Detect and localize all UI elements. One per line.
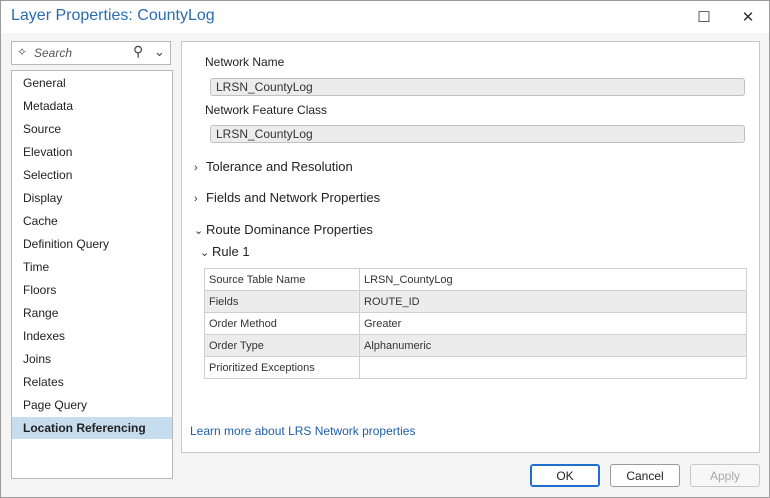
nav-item-selection[interactable]: Selection	[12, 164, 172, 186]
nav-item-joins[interactable]: Joins	[12, 348, 172, 370]
table-cell-value: Alphanumeric	[359, 334, 747, 357]
table-cell-key: Prioritized Exceptions	[204, 356, 360, 379]
table-cell-key: Order Type	[204, 334, 360, 357]
network-name-field: LRSN_CountyLog	[210, 78, 745, 96]
nav-item-page-query[interactable]: Page Query	[12, 394, 172, 416]
table-cell-key: Source Table Name	[204, 268, 360, 291]
nav-item-cache[interactable]: Cache	[12, 210, 172, 232]
close-icon: ✕	[741, 9, 755, 26]
network-feature-class-label: Network Feature Class	[205, 103, 328, 117]
chevron-down-icon: ⌄	[200, 247, 210, 259]
chevron-down-icon: ⌄	[194, 225, 204, 237]
fields-section-label: Fields and Network Properties	[206, 190, 381, 205]
table-cell-value	[359, 356, 747, 379]
search-box[interactable]: ✧ Search ⚲ ⌄	[11, 41, 171, 65]
chevron-down-icon[interactable]: ⌄	[154, 44, 165, 60]
table-cell-value: Greater	[359, 312, 747, 335]
title-bar: Layer Properties: CountyLog ☐ ✕	[1, 1, 769, 33]
nav-item-general[interactable]: General	[12, 72, 172, 94]
nav-item-elevation[interactable]: Elevation	[12, 141, 172, 163]
nav-item-definition-query[interactable]: Definition Query	[12, 233, 172, 255]
search-input[interactable]: Search	[34, 46, 72, 60]
table-row: Prioritized Exceptions	[204, 356, 747, 379]
dialog-title: Layer Properties: CountyLog	[11, 7, 215, 24]
network-feature-class-field: LRSN_CountyLog	[210, 125, 745, 143]
nav-item-metadata[interactable]: Metadata	[12, 95, 172, 117]
nav-item-range[interactable]: Range	[12, 302, 172, 324]
table-cell-value: LRSN_CountyLog	[359, 268, 747, 291]
sparkle-icon: ✧	[17, 45, 28, 59]
cancel-button[interactable]: Cancel	[610, 464, 680, 487]
nav-item-floors[interactable]: Floors	[12, 279, 172, 301]
table-row: Order Method Greater	[204, 312, 747, 335]
table-cell-key: Order Method	[204, 312, 360, 335]
page-list: General Metadata Source Elevation Select…	[11, 70, 173, 479]
table-row: Fields ROUTE_ID	[204, 290, 747, 313]
maximize-button[interactable]: ☐	[684, 1, 724, 33]
route-dominance-section-header[interactable]: ⌄ Route Dominance Properties	[194, 222, 373, 237]
nav-item-relates[interactable]: Relates	[12, 371, 172, 393]
table-row: Source Table Name LRSN_CountyLog	[204, 268, 747, 291]
chevron-right-icon: ›	[194, 193, 198, 205]
network-name-label: Network Name	[205, 55, 285, 69]
nav-item-display[interactable]: Display	[12, 187, 172, 209]
rule-1-label: Rule 1	[212, 244, 250, 259]
nav-item-time[interactable]: Time	[12, 256, 172, 278]
rule-properties-table: Source Table Name LRSN_CountyLog Fields …	[204, 268, 747, 379]
tolerance-section-header[interactable]: › Tolerance and Resolution	[194, 159, 353, 174]
table-cell-value: ROUTE_ID	[359, 290, 747, 313]
left-pane: ✧ Search ⚲ ⌄ General Metadata Source Ele…	[11, 41, 173, 479]
ok-button[interactable]: OK	[530, 464, 600, 487]
rule-1-header[interactable]: ⌄ Rule 1	[200, 244, 250, 259]
main-pane: Network Name LRSN_CountyLog Network Feat…	[181, 41, 760, 453]
search-icon[interactable]: ⚲	[133, 43, 143, 60]
maximize-icon: ☐	[697, 9, 711, 26]
nav-item-indexes[interactable]: Indexes	[12, 325, 172, 347]
close-button[interactable]: ✕	[728, 1, 768, 33]
learn-more-link[interactable]: Learn more about LRS Network properties	[190, 424, 415, 438]
tolerance-section-label: Tolerance and Resolution	[206, 159, 353, 174]
chevron-right-icon: ›	[194, 162, 198, 174]
layer-properties-dialog: Layer Properties: CountyLog ☐ ✕ ✧ Search…	[0, 0, 770, 498]
nav-item-source[interactable]: Source	[12, 118, 172, 140]
nav-item-location-referencing[interactable]: Location Referencing	[12, 417, 172, 439]
apply-button[interactable]: Apply	[690, 464, 760, 487]
route-dominance-section-label: Route Dominance Properties	[206, 222, 373, 237]
fields-section-header[interactable]: › Fields and Network Properties	[194, 190, 380, 205]
table-row: Order Type Alphanumeric	[204, 334, 747, 357]
table-cell-key: Fields	[204, 290, 360, 313]
